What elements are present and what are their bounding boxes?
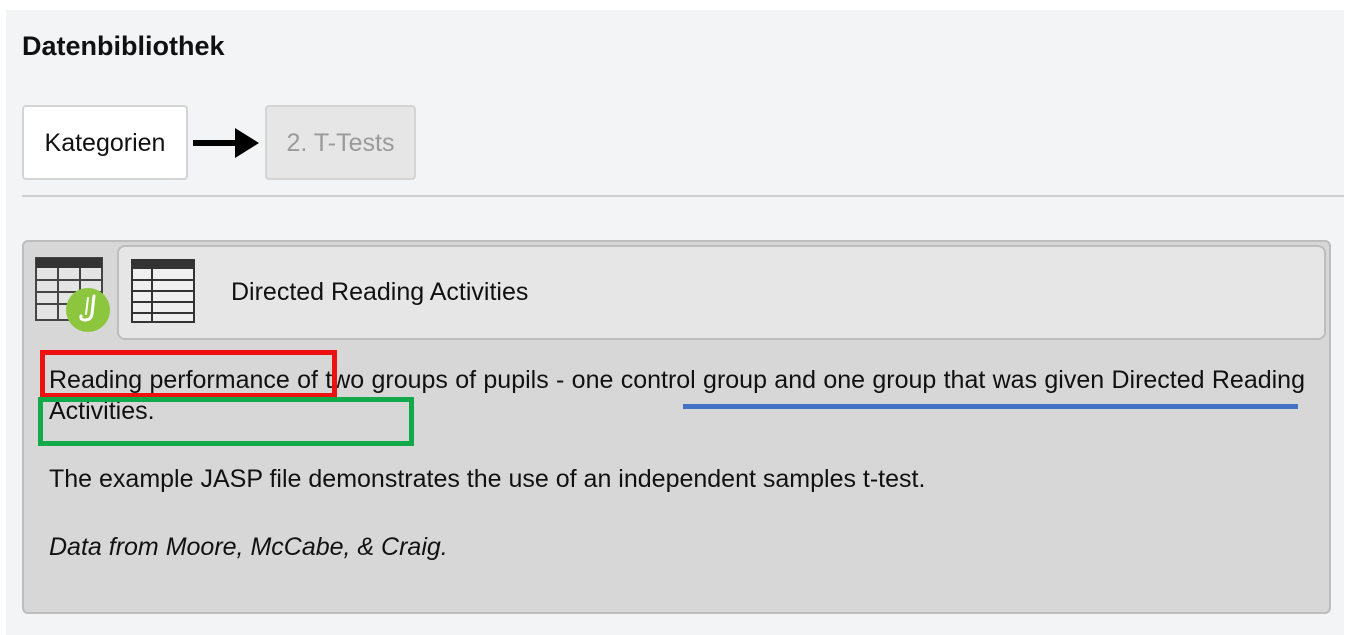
dataset-title[interactable]: Directed Reading Activities [231,277,528,307]
divider [22,195,1344,197]
dataset-source-note: Data from Moore, McCabe, & Craig. [49,533,448,561]
highlight-underline-blue [683,404,1298,409]
screen: Datenbibliothek Kategorien 2. T-Tests Di… [0,0,1350,635]
page-title: Datenbibliothek [22,31,225,61]
highlight-box-red [40,350,337,398]
right-arrow-icon [193,128,259,158]
dataset-usage-note: The example JASP file demonstrates the u… [49,465,926,493]
table-icon [131,259,195,323]
jasp-table-icon[interactable] [34,256,114,334]
breadcrumb-kategorien-button[interactable]: Kategorien [22,105,188,180]
highlight-box-green [38,397,414,446]
breadcrumb-t-tests-button[interactable]: 2. T-Tests [265,105,416,180]
